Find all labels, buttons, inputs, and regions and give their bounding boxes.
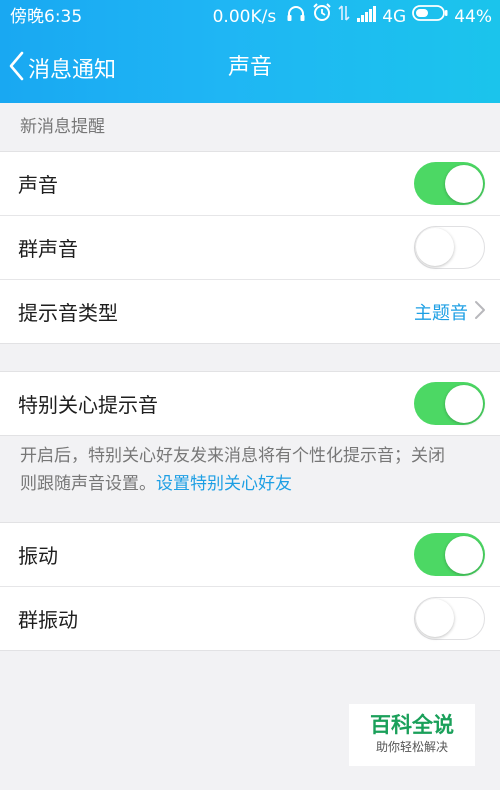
vibration-group: 振动 群振动: [0, 522, 500, 651]
back-button[interactable]: 消息通知: [8, 50, 116, 86]
headphones-icon: [286, 0, 306, 34]
toggle-knob: [445, 164, 483, 203]
group-vibration-toggle[interactable]: [414, 597, 485, 640]
set-special-care-friends-link[interactable]: 设置特别关心好友: [156, 474, 292, 494]
row-label: 振动: [18, 544, 58, 568]
toggle-knob: [445, 535, 483, 574]
toggle-knob: [445, 384, 483, 423]
row-label: 特别关心提示音: [18, 393, 158, 417]
network-type: 4G: [382, 7, 407, 27]
back-label: 消息通知: [28, 58, 117, 83]
signal-icon: [356, 0, 377, 34]
data-transfer-icon: [338, 0, 350, 34]
sound-toggle[interactable]: [414, 162, 485, 205]
status-time: 傍晚6:35: [10, 7, 83, 27]
row-sound: 声音: [0, 152, 500, 216]
alarm-icon: [312, 0, 332, 34]
row-notification-tone[interactable]: 提示音类型 主题音: [0, 280, 500, 343]
row-group-sound: 群声音: [0, 216, 500, 280]
row-label: 提示音类型: [18, 301, 118, 325]
new-message-group: 声音 群声音 提示音类型 主题音: [0, 151, 500, 344]
tone-type-selector[interactable]: 主题音: [414, 280, 486, 343]
group-sound-toggle[interactable]: [414, 226, 485, 269]
watermark-title: 百科全说: [370, 713, 454, 737]
tone-type-value: 主题音: [414, 302, 468, 324]
nav-bar: 消息通知 声音: [0, 34, 500, 103]
network-speed: 0.00K/s: [212, 7, 277, 27]
section-header-new-message: 新消息提醒: [0, 103, 500, 151]
row-label: 群振动: [18, 608, 78, 632]
toggle-knob: [416, 228, 454, 266]
special-care-toggle[interactable]: [414, 382, 485, 425]
chevron-left-icon: [8, 51, 24, 85]
special-care-group: 特别关心提示音: [0, 371, 500, 436]
toggle-knob: [416, 599, 454, 637]
watermark-logo: 百科全说 助你轻松解决: [349, 704, 475, 766]
row-special-care-tone: 特别关心提示音: [0, 372, 500, 435]
chevron-right-icon: [474, 300, 486, 324]
row-label: 群声音: [18, 237, 78, 261]
row-vibration: 振动: [0, 523, 500, 587]
app-header: 傍晚6:35 0.00K/s 4G 44% 消息通知 声音: [0, 0, 500, 103]
vibration-toggle[interactable]: [414, 533, 485, 576]
special-care-description: 开启后，特别关心好友发来消息将有个性化提示音；关闭则跟随声音设置。设置特别关心好…: [20, 442, 460, 498]
status-right: 0.00K/s 4G 44%: [213, 0, 492, 34]
battery-icon: [412, 0, 448, 34]
row-group-vibration: 群振动: [0, 587, 500, 650]
watermark-subtitle: 助你轻松解决: [375, 740, 448, 754]
row-label: 声音: [18, 173, 58, 197]
status-bar: 傍晚6:35 0.00K/s 4G 44%: [0, 0, 500, 34]
battery-percent: 44%: [454, 7, 492, 27]
